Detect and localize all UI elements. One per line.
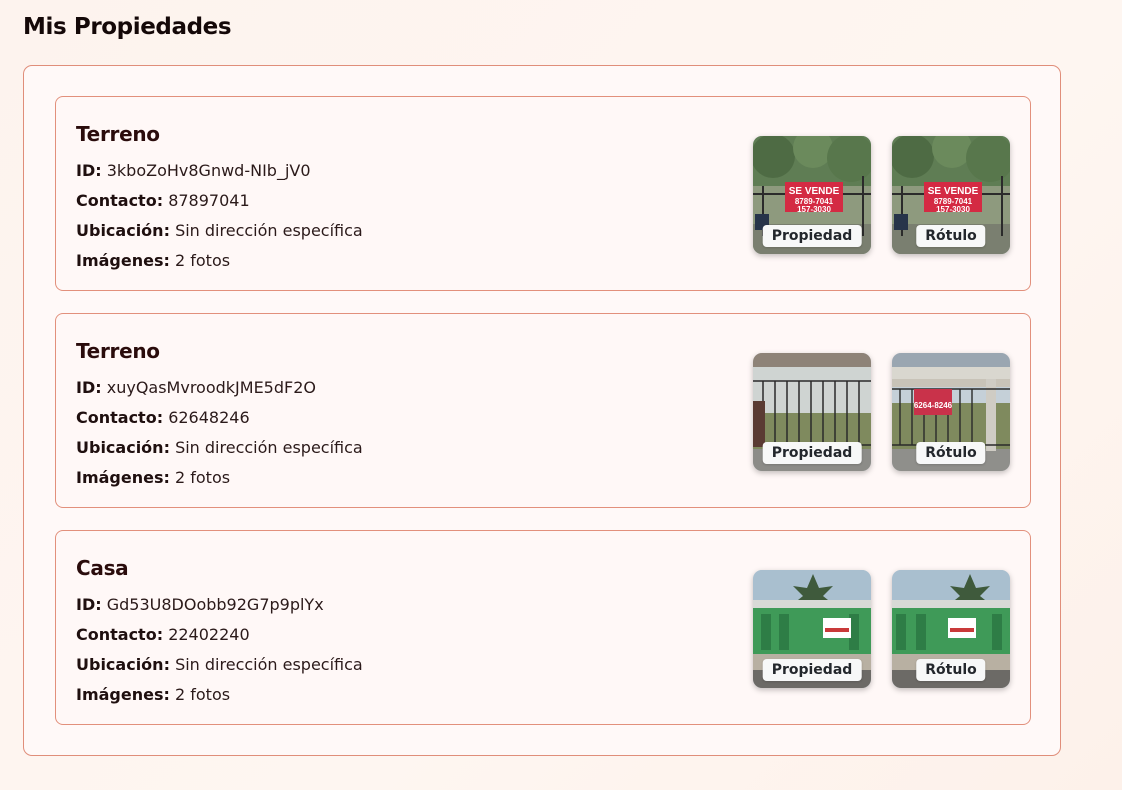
- property-card[interactable]: Casa ID: Gd53U8DOobb92G7p9plYx Contacto:…: [55, 530, 1031, 725]
- sign-text: SE VENDE: [789, 186, 840, 197]
- sign-phone: 6264-8246: [914, 401, 953, 410]
- property-type: Casa: [76, 556, 129, 580]
- property-location-field: Ubicación: Sin dirección específica: [76, 655, 363, 674]
- id-label: ID:: [76, 161, 102, 180]
- id-label: ID:: [76, 378, 102, 397]
- property-contact-field: Contacto: 62648246: [76, 408, 250, 427]
- property-location-value: Sin dirección específica: [175, 438, 363, 457]
- images-label: Imágenes:: [76, 468, 170, 487]
- thumbnail-label: Propiedad: [762, 225, 862, 247]
- property-images-value: 2 fotos: [174, 685, 231, 704]
- property-id-field: ID: 3kboZoHv8Gnwd-NIb_jV0: [76, 161, 311, 180]
- contact-label: Contacto:: [76, 408, 164, 427]
- property-location-field: Ubicación: Sin dirección específica: [76, 438, 363, 457]
- sign-text: SE VENDE: [928, 186, 979, 197]
- property-contact-value: 62648246: [168, 408, 250, 427]
- id-label: ID:: [76, 595, 102, 614]
- property-contact-value: 87897041: [168, 191, 250, 210]
- property-id-field: ID: xuyQasMvroodkJME5dF2O: [76, 378, 316, 397]
- property-location-field: Ubicación: Sin dirección específica: [76, 221, 363, 240]
- properties-panel: Terreno ID: 3kboZoHv8Gnwd-NIb_jV0 Contac…: [23, 65, 1061, 756]
- images-label: Imágenes:: [76, 251, 170, 270]
- property-images-value: 2 fotos: [174, 251, 231, 270]
- property-type: Terreno: [76, 339, 160, 363]
- page-title: Mis Propiedades: [23, 14, 232, 40]
- thumbnail-label: Rótulo: [916, 225, 986, 247]
- location-label: Ubicación:: [76, 221, 170, 240]
- property-images-field: Imágenes: 2 fotos: [76, 468, 230, 487]
- property-images-value: 2 fotos: [174, 468, 231, 487]
- thumbnail-label: Propiedad: [762, 659, 862, 681]
- sign-photo-thumbnail[interactable]: 6264-8246 Rótulo: [892, 353, 1010, 471]
- property-id-value: Gd53U8DOobb92G7p9plYx: [106, 595, 324, 614]
- thumbnail-label: Propiedad: [762, 442, 862, 464]
- property-location-value: Sin dirección específica: [175, 655, 363, 674]
- contact-label: Contacto:: [76, 191, 164, 210]
- property-card[interactable]: Terreno ID: 3kboZoHv8Gnwd-NIb_jV0 Contac…: [55, 96, 1031, 291]
- sign-photo-thumbnail[interactable]: SE VENDE 8789-7041 157-3030 Rótulo: [892, 136, 1010, 254]
- thumbnail-label: Rótulo: [916, 442, 986, 464]
- sign-phone: 157-3030: [797, 205, 831, 214]
- property-id-value: xuyQasMvroodkJME5dF2O: [106, 378, 316, 397]
- property-location-value: Sin dirección específica: [175, 221, 363, 240]
- sign-phone: 157-3030: [936, 205, 970, 214]
- property-photo-thumbnail[interactable]: Propiedad: [753, 353, 871, 471]
- thumbnail-label: Rótulo: [916, 659, 986, 681]
- sign-photo-thumbnail[interactable]: Rótulo: [892, 570, 1010, 688]
- property-contact-field: Contacto: 22402240: [76, 625, 250, 644]
- property-id-value: 3kboZoHv8Gnwd-NIb_jV0: [106, 161, 311, 180]
- property-contact-field: Contacto: 87897041: [76, 191, 250, 210]
- contact-label: Contacto:: [76, 625, 164, 644]
- property-contact-value: 22402240: [168, 625, 250, 644]
- location-label: Ubicación:: [76, 438, 170, 457]
- location-label: Ubicación:: [76, 655, 170, 674]
- property-photo-thumbnail[interactable]: Propiedad: [753, 570, 871, 688]
- images-label: Imágenes:: [76, 685, 170, 704]
- property-images-field: Imágenes: 2 fotos: [76, 251, 230, 270]
- property-id-field: ID: Gd53U8DOobb92G7p9plYx: [76, 595, 324, 614]
- property-images-field: Imágenes: 2 fotos: [76, 685, 230, 704]
- property-type: Terreno: [76, 122, 160, 146]
- property-photo-thumbnail[interactable]: SE VENDE 8789-7041 157-3030 Propiedad: [753, 136, 871, 254]
- property-card[interactable]: Terreno ID: xuyQasMvroodkJME5dF2O Contac…: [55, 313, 1031, 508]
